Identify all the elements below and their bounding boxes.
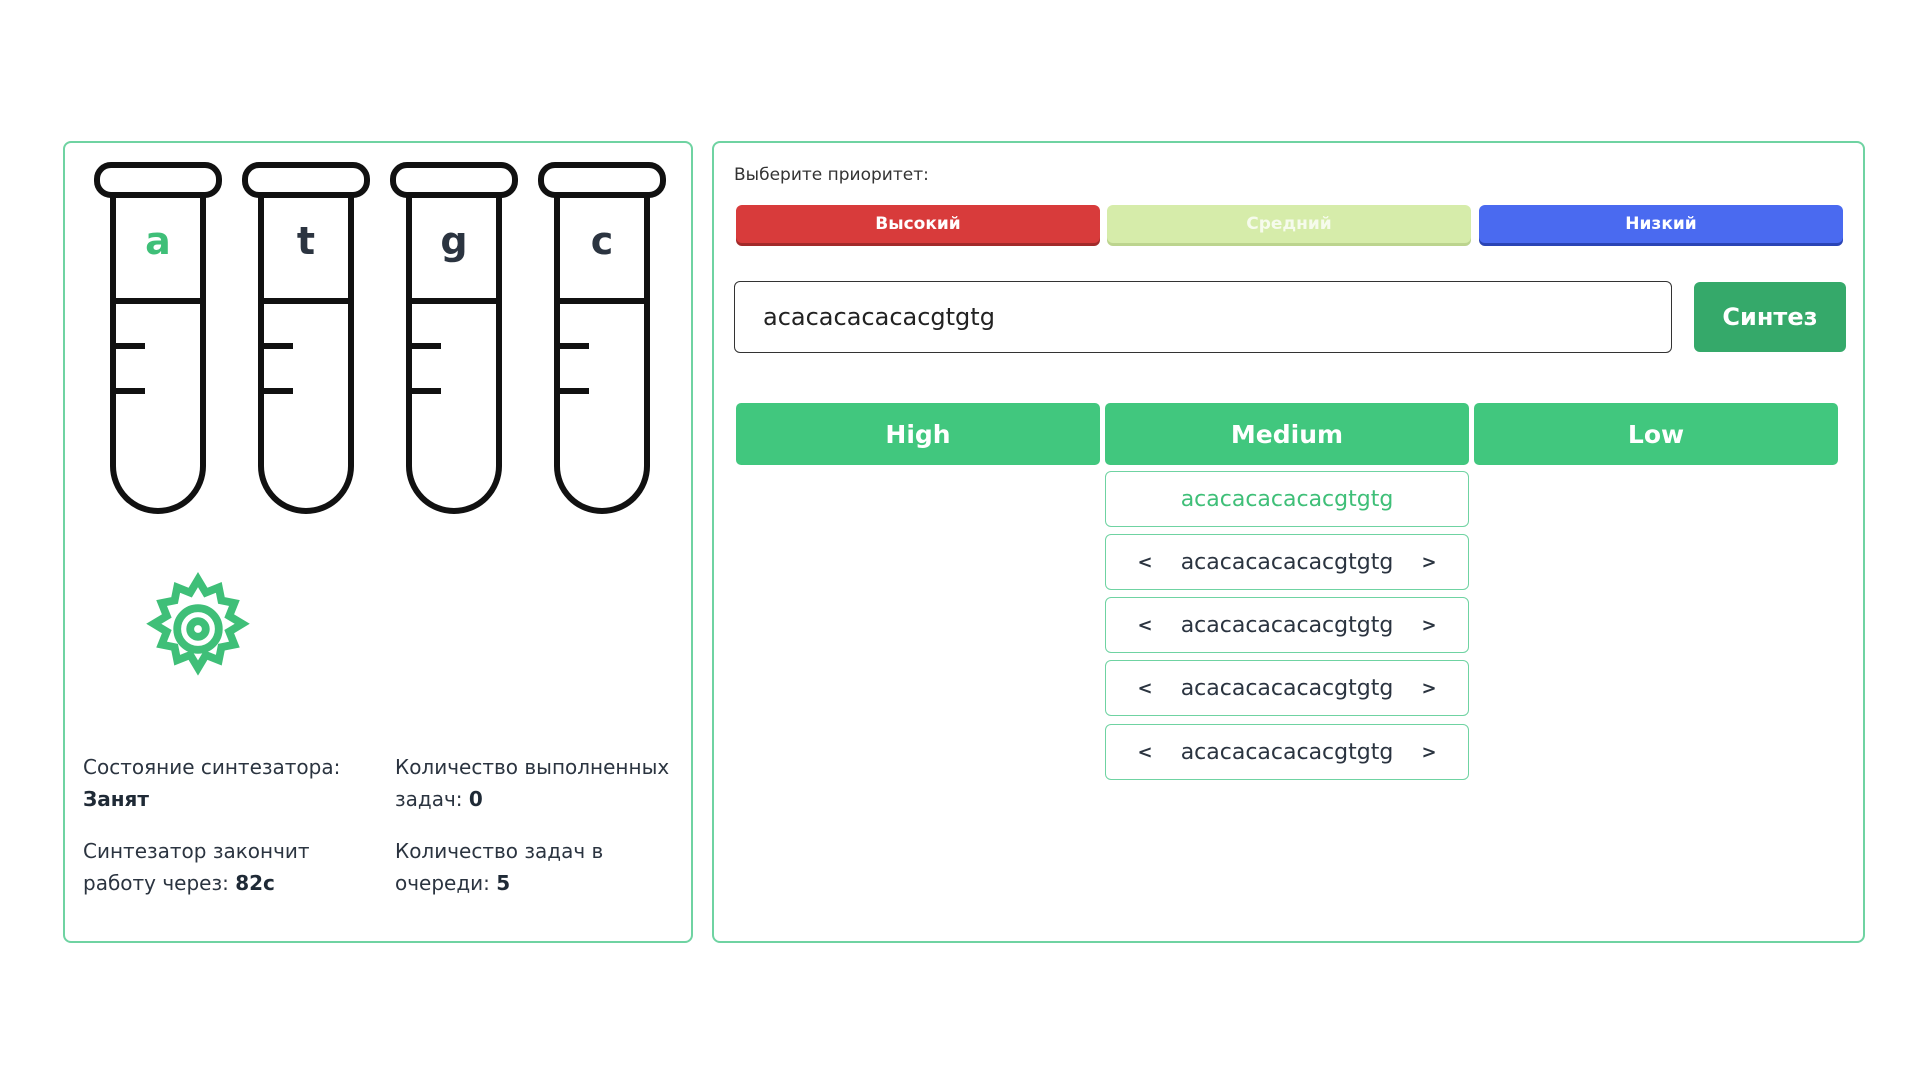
- synthesizer-panel: a t g c Состояние синтезатора: Занят Кол…: [63, 141, 693, 943]
- priority-low-button[interactable]: Низкий: [1479, 205, 1843, 243]
- test-tube-icon: [242, 162, 370, 514]
- tube-letter: g: [440, 219, 468, 263]
- queue-header-medium: Medium: [1105, 403, 1469, 465]
- test-tube-icon: [538, 162, 666, 514]
- completed-tasks-value: 0: [468, 787, 483, 811]
- time-remaining-label: Синтезатор закончит работу через:: [83, 839, 310, 895]
- order-panel: Выберите приоритет: Высокий Средний Низк…: [712, 141, 1865, 943]
- tube-letter: t: [296, 219, 316, 263]
- queue-header-low: Low: [1474, 403, 1838, 465]
- move-right-icon[interactable]: >: [1414, 535, 1444, 589]
- status-value: Занят: [83, 787, 149, 811]
- tubes-row: a t g c: [93, 161, 673, 676]
- status-label: Состояние синтезатора:: [83, 755, 341, 779]
- queue-item: < acacacacacacgtgtg >: [1105, 534, 1469, 590]
- move-left-icon[interactable]: <: [1130, 725, 1160, 779]
- synthesize-button[interactable]: Синтез: [1694, 282, 1846, 352]
- queue-header-high: High: [736, 403, 1100, 465]
- completed-tasks-label: Количество выполненных задач:: [395, 755, 670, 811]
- test-tube-icon: [390, 162, 518, 514]
- queue-item-text: acacacacacacgtgtg: [1180, 675, 1394, 701]
- completed-tasks: Количество выполненных задач: 0: [395, 751, 685, 815]
- move-left-icon[interactable]: <: [1130, 535, 1160, 589]
- queue-item-text: acacacacacacgtgtg: [1180, 739, 1394, 765]
- priority-label: Выберите приоритет:: [734, 165, 929, 185]
- tube-t: t: [241, 161, 371, 521]
- queue-item: < acacacacacacgtgtg >: [1105, 660, 1469, 716]
- move-right-icon[interactable]: >: [1414, 725, 1444, 779]
- queued-tasks: Количество задач в очереди: 5: [395, 835, 685, 899]
- queue-item: < acacacacacacgtgtg >: [1105, 724, 1469, 780]
- move-right-icon[interactable]: >: [1414, 598, 1444, 652]
- tube-c: c: [537, 161, 667, 521]
- tube-letter: a: [145, 219, 171, 263]
- priority-high-button[interactable]: Высокий: [736, 205, 1100, 243]
- queue-item-text: acacacacacacgtgtg: [1180, 549, 1394, 575]
- move-left-icon[interactable]: <: [1130, 661, 1160, 715]
- move-right-icon[interactable]: >: [1414, 661, 1444, 715]
- queue-item-text: acacacacacacgtgtg: [1180, 612, 1394, 638]
- time-remaining-value: 82с: [235, 871, 275, 895]
- queue-item: < acacacacacacgtgtg >: [1105, 597, 1469, 653]
- queue-item-text: acacacacacacgtgtg: [1180, 486, 1394, 512]
- priority-medium-button[interactable]: Средний: [1107, 205, 1471, 243]
- synthesizer-status: Состояние синтезатора: Занят: [83, 751, 373, 815]
- sequence-input[interactable]: acacacacacacgtgtg: [734, 281, 1672, 353]
- tube-g: g: [389, 161, 519, 521]
- tube-a: a: [93, 161, 250, 676]
- tube-letter: c: [590, 219, 614, 263]
- move-left-icon[interactable]: <: [1130, 598, 1160, 652]
- time-remaining: Синтезатор закончит работу через: 82с: [83, 835, 373, 899]
- queued-tasks-value: 5: [496, 871, 511, 895]
- queue-item-current: acacacacacacgtgtg: [1105, 471, 1469, 527]
